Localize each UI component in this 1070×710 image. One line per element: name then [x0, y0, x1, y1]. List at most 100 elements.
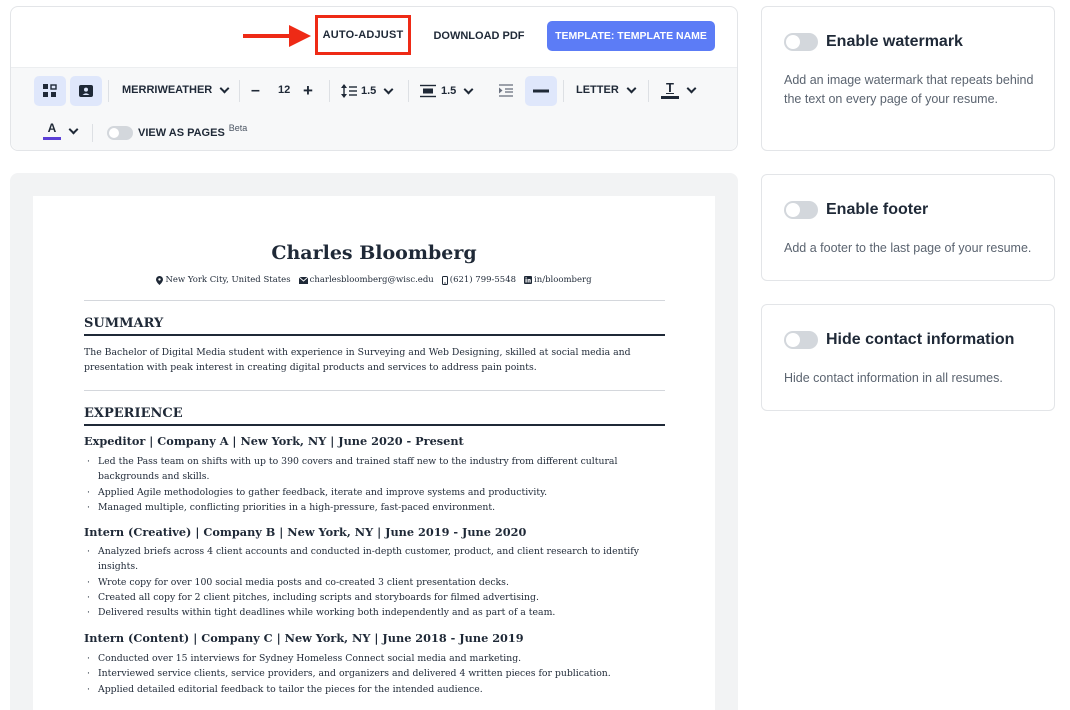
text-color-dropdown[interactable]: T: [661, 81, 697, 99]
envelope-icon: [298, 276, 308, 284]
watermark-title: Enable watermark: [826, 33, 963, 50]
horizontal-line-icon: [533, 89, 549, 93]
chevron-down-icon: [463, 84, 474, 94]
hide-contact-title: Hide contact information: [826, 331, 1015, 348]
list-item: Led the Pass team on shifts with up to 3…: [84, 454, 654, 485]
toggle-switch[interactable]: [107, 126, 133, 140]
watermark-card: Enable watermark Add an image watermark …: [761, 6, 1055, 151]
hide-contact-card: Hide contact information Hide contact in…: [761, 304, 1055, 411]
watermark-toggle[interactable]: [784, 33, 818, 51]
location-pin-icon: [156, 275, 164, 285]
divider: [84, 300, 665, 301]
minus-icon: –: [251, 82, 260, 99]
increase-font-size-button[interactable]: +: [303, 81, 313, 101]
hide-contact-toggle[interactable]: [784, 331, 818, 349]
font-size-value: 12: [278, 84, 291, 96]
separator: [108, 80, 109, 102]
auto-adjust-button[interactable]: AUTO-ADJUST: [315, 15, 411, 55]
list-item: Managed multiple, conflicting priorities…: [84, 500, 654, 516]
indent-icon: [499, 84, 513, 97]
text-color-icon: T: [661, 81, 679, 99]
footer-card: Enable footer Add a footer to the last p…: [761, 174, 1055, 281]
decrease-font-size-button[interactable]: –: [251, 82, 260, 100]
hide-contact-description: Hide contact information in all resumes.: [784, 371, 1003, 385]
layout-icon-button[interactable]: [34, 76, 66, 106]
plus-icon: +: [303, 81, 313, 100]
separator: [648, 80, 649, 102]
section-rule: [84, 424, 665, 426]
footer-toggle-row[interactable]: Enable footer: [784, 201, 928, 219]
view-as-pages-toggle[interactable]: VIEW AS PAGES Beta: [107, 123, 248, 140]
page-size-dropdown[interactable]: LETTER: [576, 83, 637, 96]
section-rule: [84, 334, 665, 336]
phone-icon: [441, 275, 448, 285]
resume-name: Charles Bloomberg: [271, 242, 477, 264]
job-title: Intern (Creative) | Company B | New York…: [84, 525, 527, 539]
summary-heading: SUMMARY: [84, 316, 164, 331]
view-as-pages-label: VIEW AS PAGES: [138, 127, 225, 139]
list-item: Conducted over 15 interviews for Sydney …: [84, 651, 654, 667]
experience-heading: EXPERIENCE: [84, 406, 183, 421]
list-item: Created all copy for 2 client pitches, i…: [84, 590, 654, 606]
footer-description: Add a footer to the last page of your re…: [784, 241, 1032, 255]
line-spacing-value: 1.5: [361, 85, 377, 97]
divider-line-button[interactable]: [525, 76, 557, 106]
separator: [239, 80, 240, 102]
line-spacing-dropdown[interactable]: 1.5: [341, 84, 394, 98]
layout-icon: [43, 84, 57, 97]
list-item: Interviewed service clients, service pro…: [84, 666, 654, 682]
template-button[interactable]: TEMPLATE: TEMPLATE NAME: [547, 21, 715, 51]
list-item: Applied Agile methodologies to gather fe…: [84, 485, 654, 501]
job-bullets: Conducted over 15 interviews for Sydney …: [84, 651, 654, 697]
linkedin-icon: [524, 276, 533, 284]
footer-toggle[interactable]: [784, 201, 818, 219]
job-bullets: Led the Pass team on shifts with up to 3…: [84, 454, 654, 515]
separator: [92, 124, 93, 142]
chevron-down-icon: [686, 83, 697, 93]
font-family-value: MERRIWEATHER: [122, 84, 213, 96]
font-color-icon: A: [43, 122, 61, 140]
job-title: Expeditor | Company A | New York, NY | J…: [84, 434, 464, 448]
separator: [563, 80, 564, 102]
hide-contact-toggle-row[interactable]: Hide contact information: [784, 331, 1014, 349]
toolbar-actions: AUTO-ADJUST DOWNLOAD PDF TEMPLATE: TEMPL…: [11, 7, 737, 67]
paragraph-spacing-dropdown[interactable]: 1.5: [420, 84, 474, 98]
red-arrow-annotation: [243, 25, 311, 47]
resume-page: Charles Bloomberg New York City, United …: [33, 196, 715, 710]
paragraph-spacing-value: 1.5: [441, 85, 457, 97]
format-controls: MERRIWEATHER – 12 + 1.5 1.5 LETTER T A V…: [11, 67, 737, 150]
chevron-down-icon: [626, 83, 637, 93]
separator: [329, 80, 330, 102]
footer-title: Enable footer: [826, 201, 929, 218]
summary-text: The Bachelor of Digital Media student wi…: [84, 347, 631, 373]
list-item: Wrote copy for over 100 social media pos…: [84, 575, 654, 591]
list-item: Analyzed briefs across 4 client accounts…: [84, 544, 654, 575]
font-color-dropdown[interactable]: A: [43, 122, 79, 140]
watermark-toggle-row[interactable]: Enable watermark: [784, 33, 963, 51]
job-bullets: Analyzed briefs across 4 client accounts…: [84, 544, 654, 621]
chevron-down-icon: [383, 84, 394, 94]
beta-badge: Beta: [228, 123, 248, 133]
chevron-down-icon: [68, 124, 79, 134]
divider: [84, 390, 665, 391]
contact-card-icon: [79, 85, 93, 97]
font-family-dropdown[interactable]: MERRIWEATHER: [122, 83, 230, 96]
contact-email: charlesbloomberg@wisc.edu: [298, 275, 434, 285]
download-pdf-button[interactable]: DOWNLOAD PDF: [429, 21, 529, 51]
paragraph-spacing-icon: [420, 84, 436, 98]
separator: [408, 80, 409, 102]
indent-button[interactable]: [499, 84, 513, 97]
formatting-toolbar: AUTO-ADJUST DOWNLOAD PDF TEMPLATE: TEMPL…: [10, 6, 738, 151]
page-size-value: LETTER: [576, 84, 619, 96]
contact-card-icon-button[interactable]: [70, 76, 102, 106]
line-spacing-icon: [341, 84, 357, 98]
watermark-description: Add an image watermark that repeats behi…: [784, 73, 1034, 106]
contact-phone: (621) 799-5548: [441, 275, 516, 285]
list-item: Applied detailed editorial feedback to t…: [84, 682, 654, 698]
list-item: Delivered results within tight deadlines…: [84, 605, 654, 621]
contact-linkedin: in/bloomberg: [524, 275, 592, 285]
job-title: Intern (Content) | Company C | New York,…: [84, 631, 524, 645]
resume-contact-row: New York City, United States charlesbloo…: [33, 275, 715, 285]
chevron-down-icon: [219, 83, 230, 93]
contact-location: New York City, United States: [156, 275, 291, 285]
